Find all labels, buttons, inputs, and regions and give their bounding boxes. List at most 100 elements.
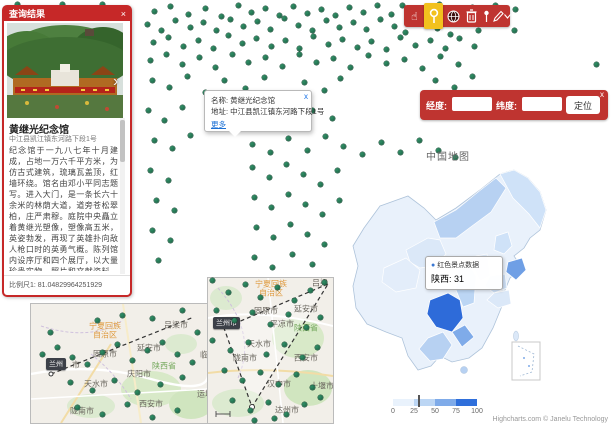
poi-marker[interactable] [162,118,167,123]
more-link[interactable]: 更多 [211,119,226,130]
poi-marker[interactable] [271,235,276,240]
poi-marker[interactable] [112,378,117,383]
poi-marker[interactable] [402,57,407,62]
poi-marker[interactable] [304,325,309,330]
poi-marker[interactable] [292,298,297,303]
poi-marker[interactable] [291,4,296,9]
poi-marker[interactable] [302,402,307,407]
poi-marker[interactable] [318,315,323,320]
poi-marker[interactable] [252,195,257,200]
coords-close-icon[interactable]: x [600,90,604,99]
poi-marker[interactable] [338,76,343,81]
poi-marker[interactable] [85,362,90,367]
poi-marker[interactable] [264,352,269,357]
poi-marker[interactable] [249,10,254,15]
toolbar-dropdown[interactable] [503,5,511,27]
poi-marker[interactable] [308,288,313,293]
poi-marker[interactable] [340,37,345,42]
poi-marker[interactable] [158,382,163,387]
poi-marker[interactable] [254,36,259,41]
poi-marker[interactable] [228,348,233,353]
poi-marker[interactable] [276,382,281,387]
poi-marker[interactable] [222,78,227,83]
poi-marker[interactable] [203,6,208,11]
poi-marker[interactable] [40,352,45,357]
poi-marker[interactable] [366,53,371,58]
poi-marker[interactable] [594,62,599,67]
poi-marker[interactable] [288,222,293,227]
poi-marker[interactable] [226,290,231,295]
longitude-input[interactable] [452,97,492,111]
poi-marker[interactable] [378,17,383,22]
poi-marker[interactable] [186,12,191,17]
poi-marker[interactable] [310,385,315,390]
poi-marker[interactable] [254,225,259,230]
poi-marker[interactable] [351,20,356,25]
poi-marker[interactable] [268,27,273,32]
poi-marker[interactable] [305,232,310,237]
poi-marker[interactable] [283,38,288,43]
poi-marker[interactable] [156,258,161,263]
poi-marker[interactable] [175,408,180,413]
poi-marker[interactable] [250,310,255,315]
poi-marker[interactable] [269,205,274,210]
poi-marker[interactable] [180,105,185,110]
poi-marker[interactable] [75,405,80,410]
scrollbar-thumb[interactable] [120,120,125,162]
pan-hand-tool[interactable]: ☝ [406,5,423,27]
poi-marker[interactable] [337,25,342,30]
poi-marker[interactable] [314,60,319,65]
poi-marker[interactable] [286,136,291,141]
poi-marker[interactable] [384,47,389,52]
poi-marker[interactable] [255,19,260,24]
poi-marker[interactable] [305,11,310,16]
poi-marker[interactable] [210,278,215,283]
poi-marker[interactable] [433,78,438,83]
poi-marker[interactable] [252,418,257,423]
poi-marker[interactable] [438,54,443,59]
poi-marker[interactable] [168,238,173,243]
poi-marker[interactable] [150,316,155,321]
poi-description[interactable]: 纪念馆于一九八七年十月建成，占地一万六千平方米，为仿古式建筑，琉璃瓦盖顶，红墙环… [9,145,118,271]
poi-marker[interactable] [170,146,175,151]
poi-marker[interactable] [280,64,285,69]
poi-marker[interactable] [270,265,275,270]
poi-marker[interactable] [403,30,408,35]
poi-marker[interactable] [324,18,329,23]
close-icon[interactable]: × [121,7,126,21]
poi-marker[interactable] [230,398,235,403]
poi-marker[interactable] [337,198,342,203]
poi-marker[interactable] [476,28,481,33]
poi-marker[interactable] [389,12,394,17]
poi-marker[interactable] [364,27,369,32]
poi-marker[interactable] [188,133,193,138]
poi-marker[interactable] [180,375,185,380]
poi-marker[interactable] [268,322,273,327]
poi-marker[interactable] [188,25,193,30]
locate-button[interactable]: 定位 [566,96,600,114]
poi-marker[interactable] [297,52,302,57]
poi-marker[interactable] [263,6,268,11]
poi-marker[interactable] [213,65,218,70]
poi-marker[interactable] [145,22,150,27]
poi-marker[interactable] [269,44,274,49]
poi-marker[interactable] [168,4,173,9]
poi-marker[interactable] [219,14,224,19]
poi-marker[interactable] [302,80,307,85]
poi-marker[interactable] [355,45,360,50]
poi-marker[interactable] [148,168,153,173]
poi-marker[interactable] [318,395,323,400]
poi-marker[interactable] [305,148,310,153]
poi-marker[interactable] [95,318,100,323]
poi-marker[interactable] [252,255,257,260]
poi-marker[interactable] [148,58,153,63]
poi-marker[interactable] [190,360,195,365]
poi-marker[interactable] [310,28,315,33]
poi-marker[interactable] [125,402,130,407]
poi-marker[interactable] [303,202,308,207]
poi-marker[interactable] [181,44,186,49]
poi-marker[interactable] [319,7,324,12]
poi-marker[interactable] [335,168,340,173]
poi-marker[interactable] [286,312,291,317]
poi-marker[interactable] [172,208,177,213]
